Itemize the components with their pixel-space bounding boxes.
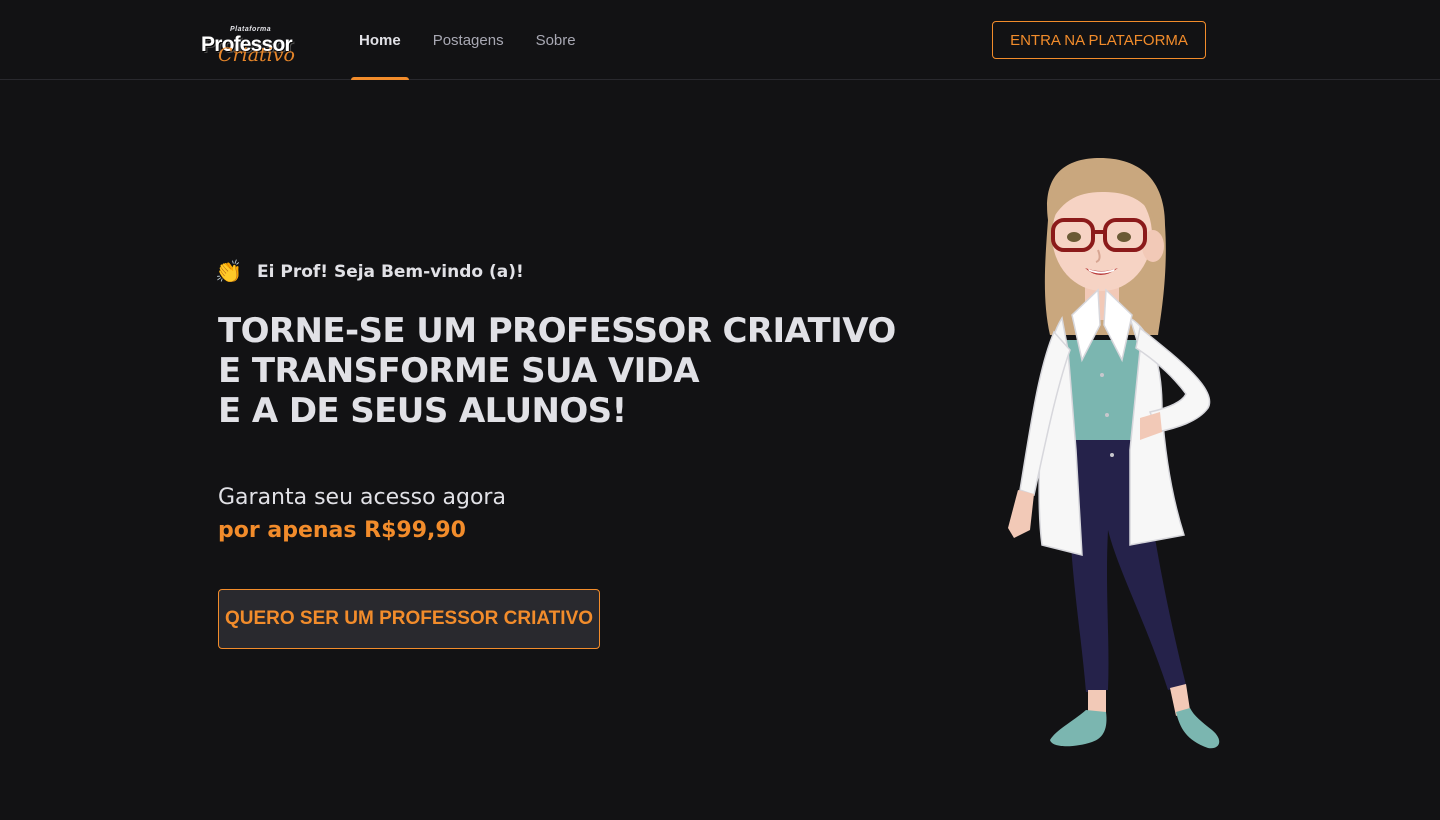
hero-title: TORNE-SE UM PROFESSOR CRIATIVO E TRANSFO… bbox=[218, 311, 915, 431]
greeting: 👏 Ei Prof! Seja Bem-vindo (a)! bbox=[215, 255, 915, 289]
nav-item-label: Postagens bbox=[432, 31, 504, 49]
hero-title-line: TORNE-SE UM PROFESSOR CRIATIVO bbox=[218, 311, 896, 351]
nav-item-home[interactable]: Home bbox=[351, 0, 409, 80]
become-creative-teacher-button[interactable]: QUERO SER UM PROFESSOR CRIATIVO bbox=[218, 589, 600, 649]
greeting-text: Ei Prof! Seja Bem-vindo (a)! bbox=[257, 262, 524, 282]
hero-price: por apenas R$99,90 bbox=[218, 518, 466, 543]
hero-subtitle: Garanta seu acesso agora bbox=[218, 485, 506, 510]
teacher-illustration bbox=[1008, 158, 1220, 749]
site-header: Plataforma Professor Criativo Home Posta… bbox=[0, 0, 1440, 80]
nav-item-postagens[interactable]: Postagens bbox=[425, 0, 512, 80]
hero-title-line: E TRANSFORME SUA VIDA bbox=[218, 351, 700, 391]
logo-small-text: Plataforma bbox=[230, 26, 272, 33]
nav-item-sobre[interactable]: Sobre bbox=[528, 0, 584, 80]
logo-script-text: Criativo bbox=[218, 44, 295, 66]
enter-platform-button[interactable]: ENTRA NA PLATAFORMA bbox=[992, 21, 1206, 59]
hero-title-line: E A DE SEUS ALUNOS! bbox=[218, 391, 627, 431]
nav-item-label: Sobre bbox=[535, 31, 576, 49]
clapping-hands-icon: 👏 bbox=[215, 259, 243, 284]
hero-section: 👏 Ei Prof! Seja Bem-vindo (a)! TORNE-SE … bbox=[215, 255, 915, 543]
logo[interactable]: Plataforma Professor Criativo bbox=[200, 24, 312, 68]
main-nav: Home Postagens Sobre bbox=[351, 0, 600, 80]
nav-item-label: Home bbox=[359, 31, 401, 49]
